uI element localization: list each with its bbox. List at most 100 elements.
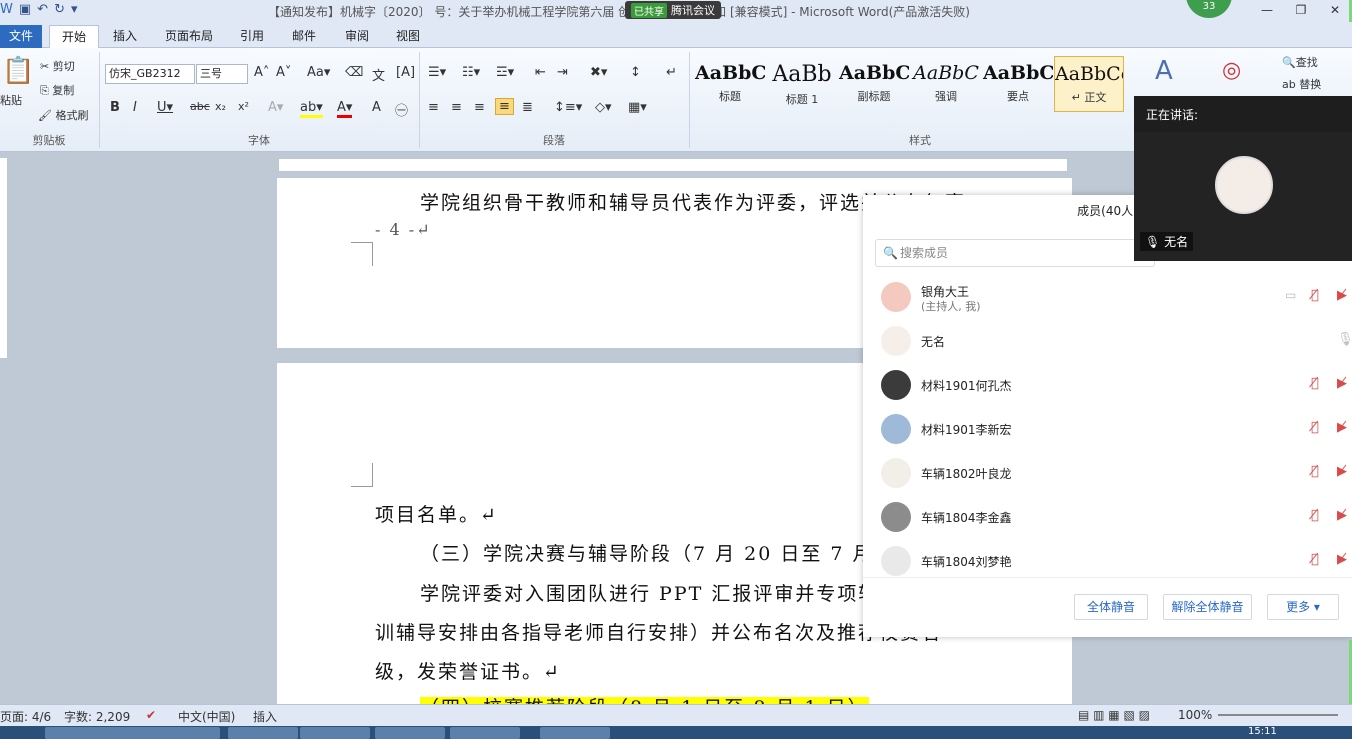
paste-button[interactable]: 粘贴: [0, 92, 22, 108]
word-count[interactable]: 字数: 2,209: [64, 708, 130, 725]
change-styles-icon[interactable]: A: [1155, 56, 1173, 86]
mic-muted-icon[interactable]: 🎙̸: [1311, 508, 1319, 523]
member-row[interactable]: 无名 🎙: [863, 319, 1352, 363]
tab-references[interactable]: 引用: [240, 25, 264, 48]
tab-page-layout[interactable]: 页面布局: [165, 25, 213, 48]
mute-all-button[interactable]: 全体静音: [1074, 594, 1148, 620]
zoom-slider[interactable]: [1218, 714, 1338, 716]
highlight-icon[interactable]: ab▾: [300, 100, 323, 118]
unmute-all-button[interactable]: 解除全体静音: [1163, 594, 1252, 620]
doc-paragraph[interactable]: 项目名单。↵: [375, 500, 498, 527]
line-spacing-icon[interactable]: ↕≡▾: [554, 100, 582, 115]
style-normal[interactable]: AaBbCc ↵ 正文: [1054, 56, 1124, 112]
show-marks-icon[interactable]: ↵: [666, 65, 677, 80]
taskbar-item[interactable]: [45, 727, 220, 739]
participant-count-badge[interactable]: 33: [1186, 0, 1232, 18]
doc-heading[interactable]: （三）学院决赛与辅导阶段（7 月 20 日至 7 月 3: [420, 539, 896, 566]
shading-icon[interactable]: ◇▾: [595, 100, 612, 115]
camera-off-icon[interactable]: ▶̸: [1337, 420, 1347, 435]
doc-paragraph[interactable]: 级，发荣誉证书。↵: [375, 657, 561, 684]
camera-off-icon[interactable]: ▶̸: [1337, 464, 1347, 479]
phonetic-guide-icon[interactable]: 文: [372, 65, 385, 84]
format-painter-button[interactable]: 🖌 格式刷: [38, 107, 88, 123]
mic-muted-icon[interactable]: 🎙̸: [1311, 552, 1319, 567]
more-button[interactable]: 更多 ▾: [1267, 594, 1339, 620]
taskbar-item[interactable]: [540, 727, 610, 739]
tab-view[interactable]: 视图: [396, 25, 420, 48]
multilevel-list-icon[interactable]: ☲▾: [496, 65, 514, 80]
align-right-icon[interactable]: ≡: [474, 100, 485, 115]
superscript-icon[interactable]: x²: [238, 100, 249, 113]
camera-off-icon[interactable]: ▶̸: [1337, 508, 1347, 523]
member-search-input[interactable]: 🔍 搜索成员: [875, 239, 1155, 267]
bold-icon[interactable]: B: [110, 100, 120, 115]
minimize-button[interactable]: —: [1250, 0, 1284, 20]
vertical-ruler[interactable]: [0, 158, 8, 358]
change-case-icon[interactable]: Aa▾: [307, 65, 330, 80]
subscript-icon[interactable]: x₂: [215, 100, 226, 113]
tab-review[interactable]: 审阅: [345, 25, 369, 48]
font-size-select[interactable]: 三号: [196, 64, 248, 84]
find-button[interactable]: 🔍查找: [1282, 54, 1318, 70]
member-row[interactable]: 材料1901李新宏 🎙̸ ▶̸: [863, 407, 1352, 451]
increase-indent-icon[interactable]: ⇥: [557, 65, 568, 80]
underline-icon[interactable]: U▾: [157, 100, 173, 115]
clock[interactable]: 15:11: [1248, 726, 1277, 737]
taskbar-item[interactable]: [375, 727, 445, 739]
language[interactable]: 中文(中国): [178, 708, 235, 725]
font-color-icon[interactable]: A▾: [337, 100, 353, 118]
member-row[interactable]: 车辆1804李金鑫 🎙̸ ▶̸: [863, 495, 1352, 539]
text-effects-icon[interactable]: A▾: [268, 100, 283, 115]
shrink-font-icon[interactable]: A˅: [276, 65, 291, 80]
justify-icon[interactable]: ≡: [495, 98, 514, 115]
strikethrough-icon[interactable]: abc: [190, 100, 210, 113]
numbering-icon[interactable]: ☷▾: [462, 65, 480, 80]
proofing-icon[interactable]: ✔: [146, 708, 156, 722]
font-name-select[interactable]: 仿宋_GB2312: [105, 64, 195, 84]
style-strong[interactable]: AaBbC(要点: [983, 56, 1053, 112]
screen-share-icon[interactable]: ▭: [1285, 288, 1296, 302]
horizontal-ruler[interactable]: [278, 158, 1068, 172]
mic-muted-icon[interactable]: 🎙̸: [1311, 464, 1319, 479]
member-row[interactable]: 银角大王 (主持人, 我) ▭ 🎙̸ ▶̸: [863, 275, 1352, 319]
member-row[interactable]: 车辆1802叶良龙 🎙̸ ▶̸: [863, 451, 1352, 495]
style-title[interactable]: AaBbC(标题: [695, 56, 765, 112]
mic-muted-icon[interactable]: 🎙̸: [1311, 376, 1319, 391]
paste-icon[interactable]: 📋: [2, 56, 34, 86]
taskbar-item[interactable]: [300, 727, 370, 739]
copy-button[interactable]: ⎘ 复制: [40, 82, 74, 98]
align-left-icon[interactable]: ≡: [428, 100, 439, 115]
insert-mode[interactable]: 插入: [253, 708, 277, 725]
tab-insert[interactable]: 插入: [113, 25, 137, 48]
cut-button[interactable]: ✂ 剪切: [40, 58, 75, 74]
close-button[interactable]: ✕: [1318, 0, 1352, 20]
restore-button[interactable]: ❐: [1284, 0, 1318, 20]
member-row[interactable]: 车辆1804刘梦艳 🎙̸ ▶̸: [863, 539, 1352, 577]
camera-off-icon[interactable]: ▶̸: [1337, 552, 1347, 567]
tab-mailings[interactable]: 邮件: [292, 25, 316, 48]
align-center-icon[interactable]: ≡: [451, 100, 462, 115]
grow-font-icon[interactable]: A˄: [254, 65, 269, 80]
style-emphasis[interactable]: AaBbC 强调: [911, 56, 981, 112]
page-count[interactable]: 页面: 4/6: [0, 708, 51, 725]
enclose-char-icon[interactable]: ㊀: [395, 100, 408, 119]
office-lens-icon[interactable]: ◎: [1222, 58, 1241, 83]
tab-file[interactable]: 文件: [0, 25, 42, 48]
clear-format-icon[interactable]: ⌫: [345, 65, 363, 80]
mic-muted-icon[interactable]: 🎙̸: [1311, 288, 1319, 303]
borders-icon[interactable]: ▦▾: [628, 100, 647, 115]
style-heading-1[interactable]: AaBb 标题 1: [767, 56, 837, 112]
taskbar-item[interactable]: [450, 727, 520, 739]
char-border-icon[interactable]: [A]: [396, 65, 415, 80]
save-icon[interactable]: ▣: [19, 2, 31, 17]
camera-off-icon[interactable]: ▶̸: [1337, 376, 1347, 391]
zoom-level[interactable]: 100%: [1178, 708, 1212, 722]
taskbar-item[interactable]: [228, 727, 298, 739]
customize-qat-icon[interactable]: ▾: [71, 2, 78, 17]
distributed-icon[interactable]: ≣: [522, 100, 533, 115]
doc-paragraph[interactable]: 学院评委对入围团队进行 PPT 汇报评审并专项辅: [420, 579, 879, 606]
mic-muted-icon[interactable]: 🎙̸: [1311, 420, 1319, 435]
chinese-layout-icon[interactable]: ✖▾: [590, 65, 607, 80]
replace-button[interactable]: ab 替换: [1282, 76, 1321, 92]
tab-home[interactable]: 开始: [49, 25, 99, 48]
